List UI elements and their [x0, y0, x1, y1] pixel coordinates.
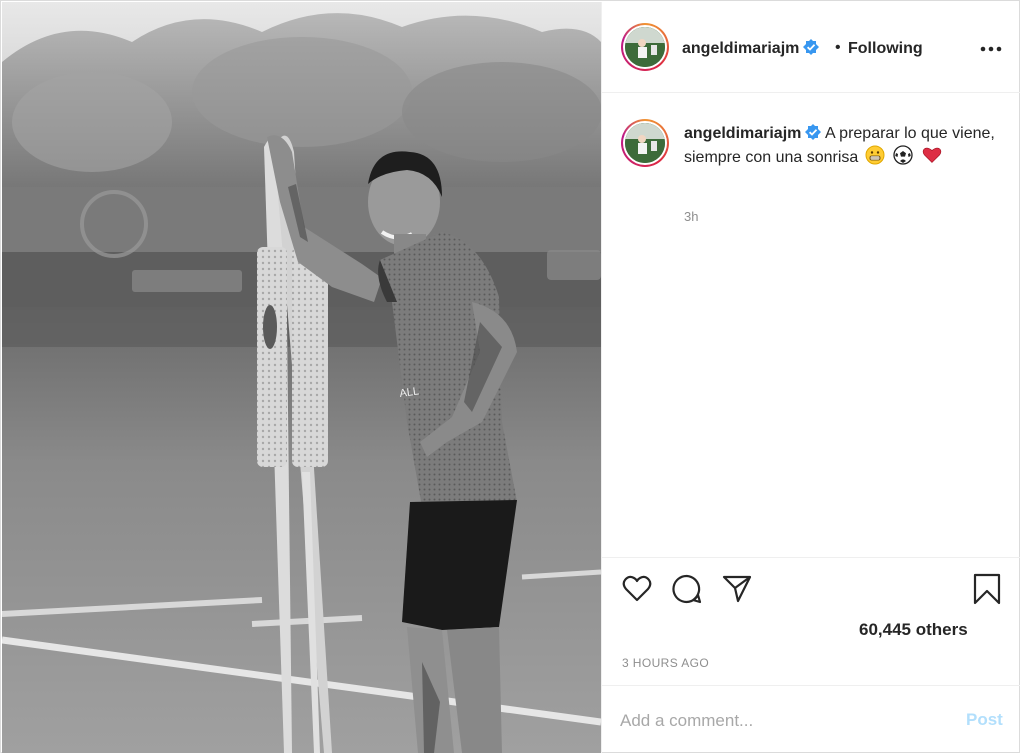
- speech-bubble-icon[interactable]: [671, 573, 703, 605]
- training-photo: ALL: [2, 2, 601, 753]
- verified-badge-icon: [803, 39, 820, 55]
- likes-count[interactable]: 60,445 others: [859, 620, 968, 640]
- heart-icon[interactable]: [621, 573, 653, 605]
- post-caption: angeldimariajm A preparar lo que viene, …: [684, 122, 1002, 169]
- username-text[interactable]: angeldimariajm: [682, 40, 799, 57]
- following-button[interactable]: Following: [848, 40, 923, 58]
- avatar[interactable]: [621, 23, 669, 71]
- header-username[interactable]: angeldimariajm: [682, 39, 820, 58]
- verified-badge-icon: [805, 124, 822, 140]
- caption-time[interactable]: 3h: [684, 209, 698, 224]
- soccer-ball-emoji: [893, 145, 913, 165]
- post-header: angeldimariajm • Following: [602, 2, 1020, 93]
- red-heart-emoji: [922, 147, 941, 163]
- action-section: 60,445 others 3 HOURS AGO Post: [602, 557, 1020, 753]
- ellipsis-icon[interactable]: [980, 46, 1002, 52]
- post-sidebar: angeldimariajm • Following angeldimariaj…: [601, 2, 1020, 753]
- post-comment-button[interactable]: Post: [966, 710, 1003, 730]
- bookmark-icon[interactable]: [971, 573, 1003, 605]
- grinning-face-emoji: [865, 145, 885, 165]
- post-photo[interactable]: ALL: [2, 2, 601, 753]
- separator-dot: •: [835, 39, 841, 56]
- post-dialog: ALL angeldimariajm • Following angeldima…: [0, 0, 1020, 753]
- comment-input[interactable]: [620, 706, 940, 736]
- paper-plane-icon[interactable]: [721, 573, 753, 605]
- comment-form: Post: [602, 685, 1020, 754]
- caption-avatar[interactable]: [621, 119, 669, 167]
- post-timestamp[interactable]: 3 HOURS AGO: [622, 656, 709, 670]
- caption-username[interactable]: angeldimariajm: [684, 125, 801, 142]
